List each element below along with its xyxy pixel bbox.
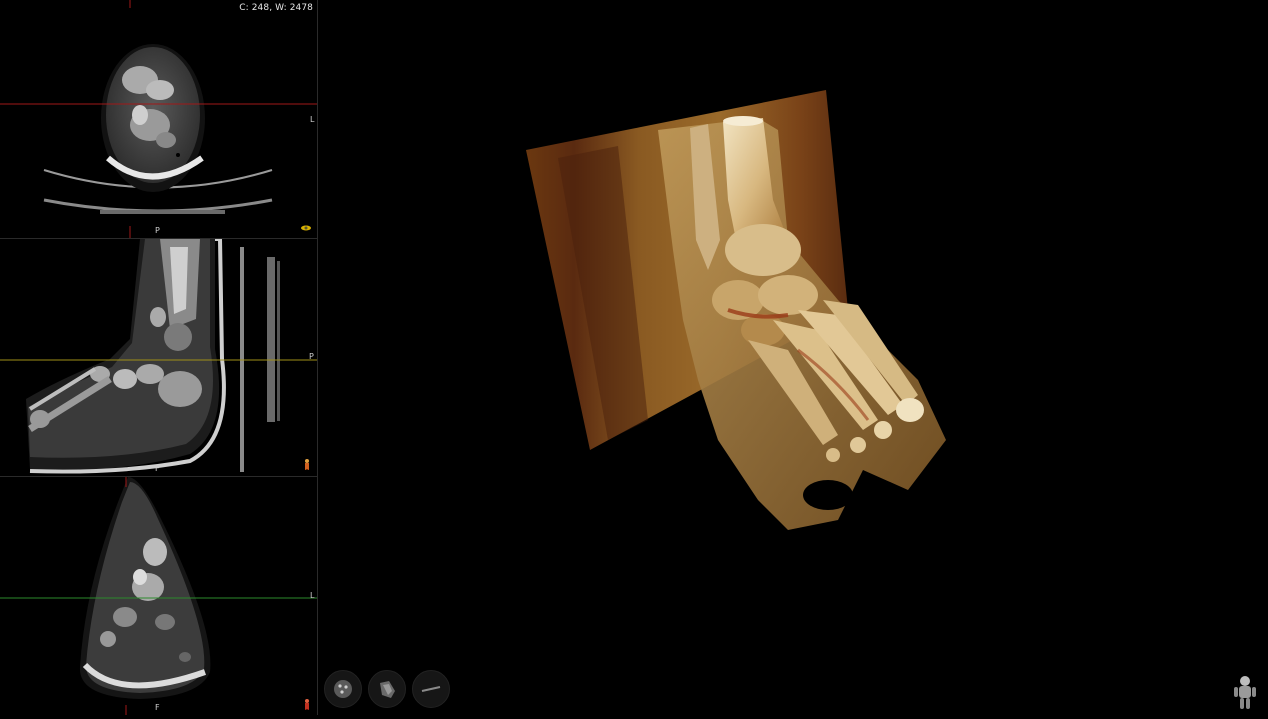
- sagittal-right-orientation-label: P: [309, 352, 314, 361]
- line-icon: [421, 686, 441, 692]
- coronal-viewport[interactable]: F L: [0, 477, 317, 715]
- slice-tool-button[interactable]: [412, 670, 450, 708]
- volume-render-tool-button[interactable]: [324, 670, 362, 708]
- volume-render-image: [526, 90, 946, 530]
- coronal-slice-image: [0, 477, 317, 715]
- bone-tool-button[interactable]: [368, 670, 406, 708]
- sphere-dots-icon: [334, 680, 352, 698]
- mpr-panel: C: 248, W: 2478 P L F P F L: [0, 0, 317, 715]
- sagittal-bottom-orientation-label: F: [155, 464, 160, 473]
- human-figure-icon[interactable]: [1230, 673, 1260, 711]
- window-level-readout: C: 248, W: 2478: [239, 3, 313, 13]
- axial-slice-image: [0, 0, 317, 238]
- eye-orientation-icon[interactable]: [300, 222, 312, 234]
- axial-viewport[interactable]: C: 248, W: 2478 P L: [0, 0, 317, 238]
- sagittal-slice-image: [0, 239, 317, 474]
- axial-right-orientation-label: L: [310, 115, 315, 124]
- coronal-right-orientation-label: L: [310, 591, 315, 600]
- body-orientation-icon[interactable]: [302, 458, 314, 470]
- volume-render-viewport[interactable]: [318, 0, 1268, 715]
- body-orientation-icon[interactable]: [302, 698, 314, 710]
- coronal-bottom-orientation-label: F: [155, 703, 160, 712]
- bone-icon: [380, 681, 395, 698]
- sagittal-viewport[interactable]: F P: [0, 239, 317, 476]
- axial-bottom-orientation-label: P: [155, 226, 160, 235]
